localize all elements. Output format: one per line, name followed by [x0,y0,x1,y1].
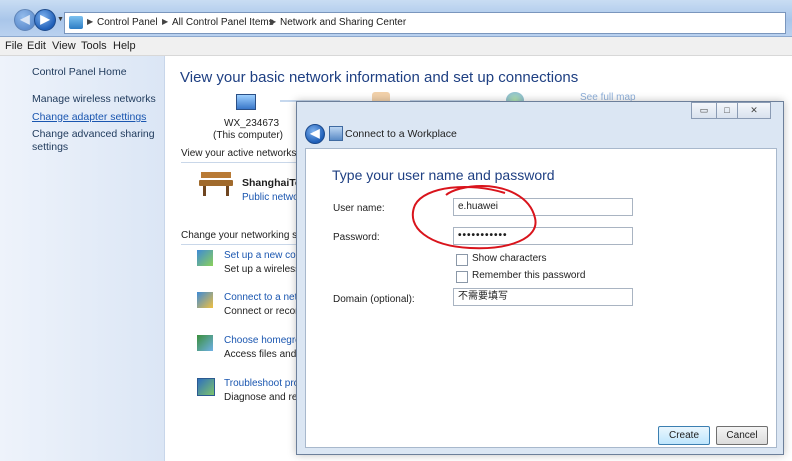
troubleshoot-desc: Diagnose and rep [224,392,303,403]
menu-bar: File Edit View Tools Help [0,37,792,56]
divider [181,162,296,163]
change-settings-header: Change your networking se [181,230,303,241]
connect-to-workplace-dialog: ▭ □ ✕ ◀ Connect to a Workplace Type your… [296,101,784,455]
homegroup-icon [197,335,213,351]
domain-label: Domain (optional): [333,294,415,305]
breadcrumb-separator-icon[interactable]: ▶ [87,17,93,26]
back-arrow-icon: ◀ [310,126,320,140]
password-field[interactable]: ••••••••••• [453,227,633,245]
explorer-titlebar: ◀ ▶ ▼ ▶ Control Panel ▶ All Control Pane… [0,0,792,37]
page-title: View your basic network information and … [180,69,579,86]
menu-tools[interactable]: Tools [81,40,107,52]
menu-file[interactable]: File [5,40,23,52]
back-button[interactable]: ◀ [14,9,36,31]
breadcrumb-all-items[interactable]: All Control Panel Items [172,17,274,28]
menu-help[interactable]: Help [113,40,136,52]
dialog-heading: Type your user name and password [332,167,555,183]
remember-password-label[interactable]: Remember this password [472,270,585,281]
forward-button[interactable]: ▶ [34,9,56,31]
password-label: Password: [333,232,380,243]
breadcrumb-separator-icon[interactable]: ▶ [270,17,276,26]
menu-view[interactable]: View [52,40,76,52]
divider [181,244,296,245]
manage-wireless-link[interactable]: Manage wireless networks [32,93,156,106]
show-characters-label[interactable]: Show characters [472,253,546,264]
left-task-pane: Control Panel Home Manage wireless netwo… [0,56,165,461]
active-networks-header: View your active networks [181,148,297,159]
troubleshoot-icon [197,378,215,396]
minimize-icon[interactable]: ▭ [691,102,717,119]
setup-connection-desc: Set up a wireless, [224,264,303,275]
create-button[interactable]: Create [658,426,710,445]
forward-arrow-icon: ▶ [40,12,50,26]
computer-icon [236,94,256,110]
connect-network-desc: Connect or recon [224,306,301,317]
change-adapter-link[interactable]: Change adapter settings [32,111,146,124]
computer-name: WX_234673 [224,118,280,129]
menu-edit[interactable]: Edit [27,40,46,52]
computer-subtitle: (This computer) [213,130,284,141]
workplace-icon [329,126,343,141]
setup-connection-link[interactable]: Set up a new con [224,250,301,261]
maximize-icon[interactable]: □ [716,102,738,119]
remember-password-checkbox[interactable] [456,271,468,283]
control-panel-icon [69,16,83,29]
connect-network-link[interactable]: Connect to a netw [224,292,305,303]
breadcrumb-separator-icon[interactable]: ▶ [162,17,168,26]
close-icon[interactable]: ✕ [737,102,771,119]
cancel-button[interactable]: Cancel [716,426,768,445]
network-type-link[interactable]: Public netwo [242,192,299,203]
window-controls: ▭ □ ✕ [691,102,771,119]
public-network-bench-icon [199,172,233,196]
change-advanced-sharing-link-line2[interactable]: settings [32,141,68,154]
domain-field[interactable]: 不需要填写 [453,288,633,306]
address-bar[interactable]: ▶ Control Panel ▶ All Control Panel Item… [64,12,786,34]
dialog-body: Type your user name and password User na… [305,148,777,448]
back-arrow-icon: ◀ [20,12,30,26]
homegroup-desc: Access files and p [224,349,305,360]
dialog-title: Connect to a Workplace [345,128,457,140]
username-label: User name: [333,203,385,214]
show-characters-checkbox[interactable] [456,254,468,266]
breadcrumb-network-sharing[interactable]: Network and Sharing Center [280,17,406,28]
dialog-back-button[interactable]: ◀ [305,124,325,144]
change-advanced-sharing-link[interactable]: Change advanced sharing [32,128,155,141]
breadcrumb-control-panel[interactable]: Control Panel [97,17,158,28]
setup-connection-icon [197,250,213,266]
recent-pages-chevron-icon[interactable]: ▼ [57,16,64,23]
homegroup-link[interactable]: Choose homegro [224,335,301,346]
connect-network-icon [197,292,213,308]
username-field[interactable]: e.huawei [453,198,633,216]
control-panel-home-link[interactable]: Control Panel Home [32,66,127,79]
troubleshoot-link[interactable]: Troubleshoot pro [224,378,299,389]
